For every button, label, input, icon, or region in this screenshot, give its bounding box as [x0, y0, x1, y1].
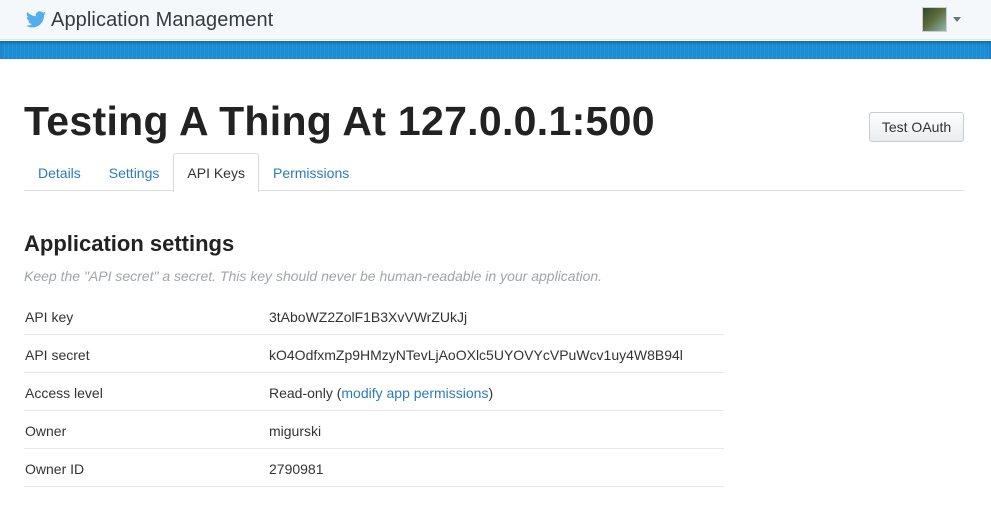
- owner-id-label: Owner ID: [24, 448, 268, 487]
- table-row: API key 3tAboWZ2ZolF1B3XvVWrZUkJj: [24, 296, 724, 335]
- section-heading: Application settings: [24, 231, 235, 256]
- owner-id-value: 2790981: [268, 448, 724, 487]
- tab-api-keys[interactable]: API Keys: [173, 153, 259, 192]
- account-menu[interactable]: [922, 7, 961, 32]
- close-paren: ): [488, 384, 494, 401]
- hint-text: Keep the "API secret" a secret. This key…: [24, 268, 603, 284]
- top-bar: Application Management: [0, 0, 991, 40]
- owner-value: migurski: [268, 410, 724, 449]
- tab-details[interactable]: Details: [24, 153, 95, 191]
- api-secret-value: kO4OdfxmZp9HMzyNTevLjAoOXlc5UYOVYcVPuWcv…: [268, 334, 724, 373]
- tab-permissions[interactable]: Permissions: [259, 153, 363, 191]
- brand-link[interactable]: Application Management: [24, 8, 273, 32]
- table-row: Access level Read-only (modify app permi…: [24, 372, 724, 411]
- modify-app-permissions-link[interactable]: modify app permissions: [341, 385, 488, 401]
- header-stripe: [0, 41, 991, 59]
- access-level-value: Read-only: [269, 384, 333, 401]
- access-level-value-cell: Read-only (modify app permissions): [268, 372, 724, 411]
- api-key-value: 3tAboWZ2ZolF1B3XvVWrZUkJj: [268, 296, 724, 335]
- api-key-label: API key: [24, 296, 268, 335]
- table-row: Owner migurski: [24, 410, 724, 449]
- access-level-label: Access level: [24, 372, 268, 411]
- twitter-bird-icon: [25, 11, 47, 28]
- table-row: API secret kO4OdfxmZp9HMzyNTevLjAoOXlc5U…: [24, 334, 724, 373]
- owner-label: Owner: [24, 410, 268, 449]
- tab-bar: Details Settings API Keys Permissions: [24, 153, 964, 192]
- api-secret-label: API secret: [24, 334, 268, 373]
- test-oauth-button[interactable]: Test OAuth: [869, 112, 964, 142]
- caret-down-icon: [953, 17, 961, 22]
- settings-table: API key 3tAboWZ2ZolF1B3XvVWrZUkJj API se…: [24, 296, 724, 487]
- tab-settings[interactable]: Settings: [95, 153, 174, 191]
- page-title: Testing A Thing At 127.0.0.1:500: [24, 98, 655, 144]
- brand-title: Application Management: [51, 9, 274, 31]
- avatar: [922, 7, 947, 32]
- table-row: Owner ID 2790981: [24, 448, 724, 487]
